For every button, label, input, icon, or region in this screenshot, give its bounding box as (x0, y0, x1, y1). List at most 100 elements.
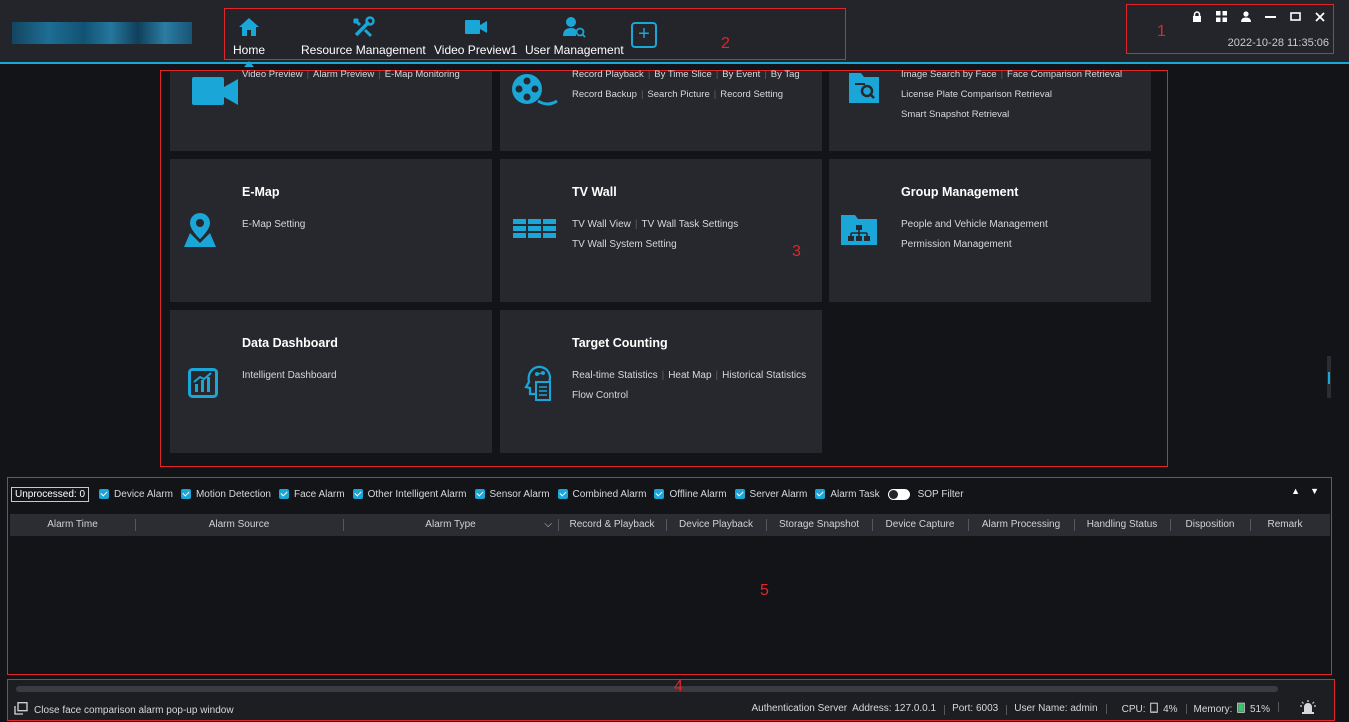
link-realtime-statistics[interactable]: Real-time Statistics (572, 370, 658, 381)
window-stack-icon (14, 702, 28, 718)
link-record-playback[interactable]: Record Playback (572, 69, 644, 80)
link-by-tag[interactable]: By Tag (771, 69, 800, 80)
alarm-panel: Unprocessed: 0 Device Alarm Motion Detec… (7, 477, 1332, 675)
link-search-picture[interactable]: Search Picture (647, 89, 709, 100)
unprocessed-count-badge[interactable]: Unprocessed: 0 (11, 486, 90, 502)
filter-label: Combined Alarm (572, 488, 647, 500)
link-video-preview[interactable]: Video Preview (242, 69, 303, 80)
col-alarm-processing[interactable]: Alarm Processing (968, 514, 1074, 536)
tile-emap-title: E-Map (242, 185, 280, 199)
tile-live-view[interactable]: Video Preview | Alarm Preview | E-Map Monito… (170, 69, 492, 151)
cpu-level-icon (1150, 702, 1159, 713)
tile-intelligent-search[interactable]: Image Search by Face | Face Comparison Ret… (829, 69, 1151, 151)
main-navigation: Home Resource Management Video Preview1 … (224, 8, 846, 60)
tools-icon (351, 15, 376, 39)
video-camera-icon (186, 77, 238, 110)
close-icon[interactable] (1315, 11, 1325, 25)
link-image-search-by-face[interactable]: Image Search by Face (901, 69, 997, 80)
nav-video-preview-label: Video Preview1 (434, 43, 518, 57)
link-license-plate-retrieval[interactable]: License Plate Comparison Retrieval (901, 85, 1122, 105)
col-alarm-source[interactable]: Alarm Source (135, 514, 343, 536)
checkbox-checked-icon (180, 489, 191, 499)
col-disposition[interactable]: Disposition (1170, 514, 1250, 536)
annotation-marker-5: 5 (760, 582, 769, 599)
filter-other-intelligent-alarm[interactable]: Other Intelligent Alarm (352, 489, 467, 500)
col-alarm-type[interactable]: Alarm Type ⌵ (343, 514, 558, 536)
tv-wall-grid-icon (513, 219, 557, 242)
col-device-capture[interactable]: Device Capture (872, 514, 968, 536)
alarm-siren-icon[interactable] (1278, 700, 1324, 717)
checkbox-checked-icon (474, 489, 485, 499)
tile-target-counting[interactable]: Target Counting Real-time Statistics | Hea… (500, 310, 822, 453)
nav-video-preview[interactable]: Video Preview1 (434, 15, 517, 57)
link-record-setting[interactable]: Record Setting (720, 89, 783, 100)
link-face-comparison-retrieval[interactable]: Face Comparison Retrieval (1007, 69, 1122, 80)
dashboard-chart-icon (188, 368, 218, 401)
filter-device-alarm[interactable]: Device Alarm (99, 489, 173, 500)
close-popup-text: Close face comparison alarm pop-up windo… (34, 704, 234, 716)
sop-filter-label: SOP Filter (917, 488, 964, 500)
tile-tv-wall[interactable]: TV Wall TV Wall View | TV Wall Task Settin… (500, 159, 822, 302)
link-emap-setting[interactable]: E-Map Setting (242, 215, 305, 235)
col-record-playback[interactable]: Record & Playback (558, 514, 666, 536)
grid-menu-icon[interactable] (1216, 11, 1227, 25)
user-account-icon[interactable] (1241, 11, 1251, 25)
user-manage-icon (562, 15, 586, 39)
arrow-up-icon[interactable]: ▲ (1291, 486, 1310, 496)
add-tab-button[interactable]: + (631, 22, 657, 48)
tile-target-counting-title: Target Counting (572, 336, 668, 350)
link-alarm-preview[interactable]: Alarm Preview (313, 69, 374, 80)
minimize-icon[interactable] (1265, 11, 1276, 25)
link-heat-map[interactable]: Heat Map (668, 370, 711, 381)
link-people-vehicle-management[interactable]: People and Vehicle Management (901, 215, 1048, 235)
filter-sensor-alarm[interactable]: Sensor Alarm (474, 488, 550, 500)
arrow-down-icon[interactable]: ▼ (1310, 486, 1329, 496)
link-by-time-slice[interactable]: By Time Slice (654, 69, 712, 80)
tile-record[interactable]: Record Playback | By Time Slice | By Event | B… (500, 69, 822, 151)
col-device-playback[interactable]: Device Playback (666, 514, 766, 536)
filter-alarm-task[interactable]: Alarm Task (815, 488, 880, 500)
map-pin-icon (184, 213, 216, 250)
link-historical-statistics[interactable]: Historical Statistics (722, 370, 806, 381)
nav-home[interactable]: Home (233, 15, 265, 57)
link-tv-wall-system-setting[interactable]: TV Wall System Setting (572, 235, 738, 255)
link-permission-management[interactable]: Permission Management (901, 235, 1048, 255)
col-remark[interactable]: Remark (1250, 514, 1320, 536)
link-flow-control[interactable]: Flow Control (572, 386, 806, 406)
maximize-icon[interactable] (1290, 11, 1301, 25)
nav-user-management[interactable]: User Management (525, 15, 624, 57)
filter-offline-alarm[interactable]: Offline Alarm (654, 489, 727, 500)
col-alarm-time[interactable]: Alarm Time (10, 514, 135, 536)
link-intelligent-dashboard[interactable]: Intelligent Dashboard (242, 366, 337, 386)
lock-icon[interactable] (1192, 11, 1202, 25)
app-window: Home Resource Management Video Preview 1 … (0, 0, 1349, 722)
link-tv-wall-task-settings[interactable]: TV Wall Task Settings (642, 219, 739, 230)
link-by-event[interactable]: By Event (722, 69, 760, 80)
tile-data-dashboard[interactable]: Data Dashboard Intelligent Dashboard (170, 310, 492, 453)
alarm-table-header: Alarm Time Alarm Source Alarm Type ⌵ Reco… (10, 514, 1330, 536)
filter-face-alarm[interactable]: Face Alarm (279, 489, 345, 500)
col-handling-status[interactable]: Handling Status (1074, 514, 1170, 536)
filter-combined-alarm[interactable]: Combined Alarm (557, 488, 647, 500)
vertical-scrollbar[interactable] (1327, 356, 1331, 398)
link-record-backup[interactable]: Record Backup (572, 89, 637, 100)
filter-motion-detection[interactable]: Motion Detection (180, 489, 271, 500)
tile-emap[interactable]: E-Map E-Map Setting (170, 159, 492, 302)
link-tv-wall-view[interactable]: TV Wall View (572, 219, 631, 230)
link-smart-snapshot-retrieval[interactable]: Smart Snapshot Retrieval (901, 105, 1122, 125)
col-storage-snapshot[interactable]: Storage Snapshot (766, 514, 872, 536)
link-emap-monitoring[interactable]: E-Map Monitoring (385, 69, 460, 80)
tile-group-management[interactable]: Group Management People and Vehicle Mana… (829, 159, 1151, 302)
filter-server-alarm[interactable]: Server Alarm (734, 489, 807, 500)
close-popup-toggle[interactable]: Close face comparison alarm pop-up windo… (14, 702, 234, 718)
nav-resource-management[interactable]: Resource Management (301, 15, 426, 57)
folder-org-icon (841, 215, 877, 248)
sop-filter-toggle[interactable] (887, 488, 910, 500)
panel-collapse-arrows[interactable]: ▲▼ (1291, 486, 1329, 496)
filter-label: Alarm Task (830, 488, 880, 500)
memory-level-icon (1237, 702, 1246, 713)
chevron-down-icon[interactable]: ⌵ (544, 514, 552, 536)
filter-label: Sensor Alarm (489, 488, 550, 500)
annotation-marker-4: 4 (674, 678, 683, 695)
horizontal-scrollbar[interactable] (16, 686, 1278, 692)
